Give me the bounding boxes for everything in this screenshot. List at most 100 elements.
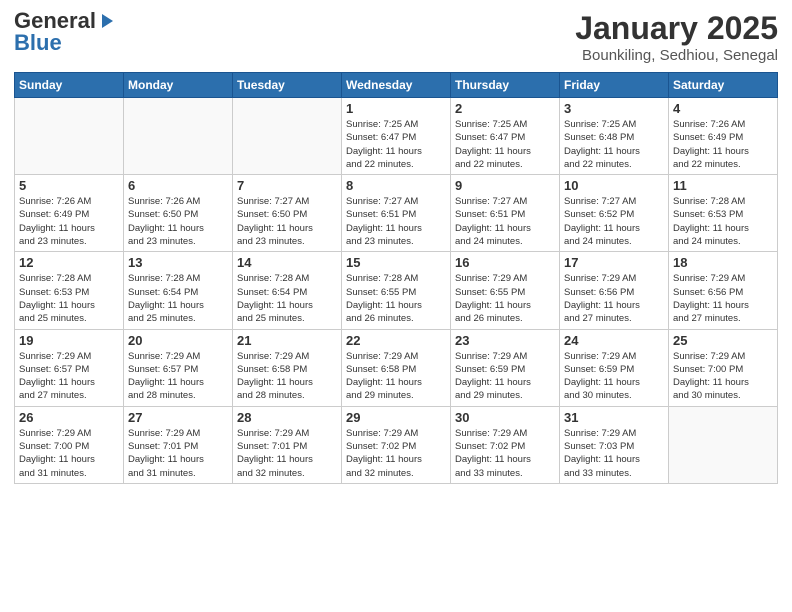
calendar-cell: 17 Sunrise: 7:29 AM Sunset: 6:56 PM Dayli… <box>560 252 669 329</box>
calendar-cell: 6Sunrise: 7:26 AM Sunset: 6:50 PM Daylig… <box>124 175 233 252</box>
weekday-header-wednesday: Wednesday <box>342 73 451 98</box>
week-row-5: 26 Sunrise: 7:29 AM Sunset: 7:00 PM Dayli… <box>15 406 778 483</box>
day-info: Sunrise: 7:29 AM Sunset: 6:59 PM Dayligh… <box>564 350 664 403</box>
day-number: 16 <box>455 255 555 270</box>
day-info: Sunrise: 7:28 AM Sunset: 6:54 PM Dayligh… <box>237 272 337 325</box>
calendar-cell: 24 Sunrise: 7:29 AM Sunset: 6:59 PM Dayli… <box>560 329 669 406</box>
calendar-cell: 30Sunrise: 7:29 AM Sunset: 7:02 PM Dayli… <box>451 406 560 483</box>
day-info: Sunrise: 7:29 AM Sunset: 7:00 PM Dayligh… <box>19 427 119 480</box>
calendar-cell <box>15 98 124 175</box>
calendar-cell: 26 Sunrise: 7:29 AM Sunset: 7:00 PM Dayli… <box>15 406 124 483</box>
day-info: Sunrise: 7:25 AM Sunset: 6:47 PM Dayligh… <box>346 118 446 171</box>
calendar-cell: 9 Sunrise: 7:27 AM Sunset: 6:51 PM Daylig… <box>451 175 560 252</box>
week-row-2: 5Sunrise: 7:26 AM Sunset: 6:49 PM Daylig… <box>15 175 778 252</box>
week-row-3: 12 Sunrise: 7:28 AM Sunset: 6:53 PM Dayli… <box>15 252 778 329</box>
calendar-cell: 22 Sunrise: 7:29 AM Sunset: 6:58 PM Dayli… <box>342 329 451 406</box>
day-number: 21 <box>237 333 337 348</box>
day-number: 28 <box>237 410 337 425</box>
day-number: 27 <box>128 410 228 425</box>
day-info: Sunrise: 7:28 AM Sunset: 6:54 PM Dayligh… <box>128 272 228 325</box>
calendar-cell: 15 Sunrise: 7:28 AM Sunset: 6:55 PM Dayli… <box>342 252 451 329</box>
day-number: 31 <box>564 410 664 425</box>
calendar-cell: 28 Sunrise: 7:29 AM Sunset: 7:01 PM Dayli… <box>233 406 342 483</box>
day-number: 24 <box>564 333 664 348</box>
month-year-title: January 2025 <box>575 10 778 47</box>
day-info: Sunrise: 7:27 AM Sunset: 6:51 PM Dayligh… <box>455 195 555 248</box>
calendar-cell: 16 Sunrise: 7:29 AM Sunset: 6:55 PM Dayli… <box>451 252 560 329</box>
calendar-cell: 2 Sunrise: 7:25 AM Sunset: 6:47 PM Daylig… <box>451 98 560 175</box>
day-number: 17 <box>564 255 664 270</box>
day-info: Sunrise: 7:26 AM Sunset: 6:50 PM Dayligh… <box>128 195 228 248</box>
day-info: Sunrise: 7:25 AM Sunset: 6:47 PM Dayligh… <box>455 118 555 171</box>
day-number: 7 <box>237 178 337 193</box>
logo-general-text: General <box>14 10 96 32</box>
day-number: 18 <box>673 255 773 270</box>
day-number: 3 <box>564 101 664 116</box>
day-info: Sunrise: 7:27 AM Sunset: 6:51 PM Dayligh… <box>346 195 446 248</box>
calendar-cell: 7 Sunrise: 7:27 AM Sunset: 6:50 PM Daylig… <box>233 175 342 252</box>
day-number: 1 <box>346 101 446 116</box>
day-info: Sunrise: 7:29 AM Sunset: 6:56 PM Dayligh… <box>673 272 773 325</box>
logo: General Blue <box>14 10 115 54</box>
day-info: Sunrise: 7:27 AM Sunset: 6:52 PM Dayligh… <box>564 195 664 248</box>
weekday-header-friday: Friday <box>560 73 669 98</box>
day-info: Sunrise: 7:29 AM Sunset: 6:57 PM Dayligh… <box>19 350 119 403</box>
day-info: Sunrise: 7:29 AM Sunset: 6:59 PM Dayligh… <box>455 350 555 403</box>
day-number: 26 <box>19 410 119 425</box>
weekday-header-sunday: Sunday <box>15 73 124 98</box>
day-number: 13 <box>128 255 228 270</box>
calendar-cell: 4 Sunrise: 7:26 AM Sunset: 6:49 PM Daylig… <box>669 98 778 175</box>
day-number: 12 <box>19 255 119 270</box>
day-number: 8 <box>346 178 446 193</box>
calendar-cell: 12 Sunrise: 7:28 AM Sunset: 6:53 PM Dayli… <box>15 252 124 329</box>
calendar-cell <box>233 98 342 175</box>
calendar-cell <box>124 98 233 175</box>
day-number: 2 <box>455 101 555 116</box>
week-row-4: 19 Sunrise: 7:29 AM Sunset: 6:57 PM Dayli… <box>15 329 778 406</box>
day-number: 14 <box>237 255 337 270</box>
header: General Blue January 2025 Bounkiling, Se… <box>14 10 778 64</box>
day-info: Sunrise: 7:29 AM Sunset: 7:00 PM Dayligh… <box>673 350 773 403</box>
day-number: 9 <box>455 178 555 193</box>
calendar-cell: 5Sunrise: 7:26 AM Sunset: 6:49 PM Daylig… <box>15 175 124 252</box>
day-info: Sunrise: 7:29 AM Sunset: 7:01 PM Dayligh… <box>237 427 337 480</box>
day-info: Sunrise: 7:29 AM Sunset: 6:55 PM Dayligh… <box>455 272 555 325</box>
day-info: Sunrise: 7:28 AM Sunset: 6:55 PM Dayligh… <box>346 272 446 325</box>
calendar-cell: 19 Sunrise: 7:29 AM Sunset: 6:57 PM Dayli… <box>15 329 124 406</box>
day-info: Sunrise: 7:29 AM Sunset: 6:56 PM Dayligh… <box>564 272 664 325</box>
location-subtitle: Bounkiling, Sedhiou, Senegal <box>575 47 778 64</box>
day-info: Sunrise: 7:26 AM Sunset: 6:49 PM Dayligh… <box>673 118 773 171</box>
calendar-cell: 21 Sunrise: 7:29 AM Sunset: 6:58 PM Dayli… <box>233 329 342 406</box>
day-info: Sunrise: 7:27 AM Sunset: 6:50 PM Dayligh… <box>237 195 337 248</box>
calendar-cell: 29Sunrise: 7:29 AM Sunset: 7:02 PM Dayli… <box>342 406 451 483</box>
calendar-cell: 10 Sunrise: 7:27 AM Sunset: 6:52 PM Dayli… <box>560 175 669 252</box>
calendar-cell: 3Sunrise: 7:25 AM Sunset: 6:48 PM Daylig… <box>560 98 669 175</box>
day-number: 10 <box>564 178 664 193</box>
calendar-cell: 14 Sunrise: 7:28 AM Sunset: 6:54 PM Dayli… <box>233 252 342 329</box>
page: General Blue January 2025 Bounkiling, Se… <box>0 0 792 612</box>
calendar-cell: 31 Sunrise: 7:29 AM Sunset: 7:03 PM Dayli… <box>560 406 669 483</box>
day-info: Sunrise: 7:28 AM Sunset: 6:53 PM Dayligh… <box>673 195 773 248</box>
calendar-cell: 23Sunrise: 7:29 AM Sunset: 6:59 PM Dayli… <box>451 329 560 406</box>
day-number: 11 <box>673 178 773 193</box>
day-info: Sunrise: 7:29 AM Sunset: 6:58 PM Dayligh… <box>237 350 337 403</box>
day-number: 29 <box>346 410 446 425</box>
calendar-cell: 20 Sunrise: 7:29 AM Sunset: 6:57 PM Dayli… <box>124 329 233 406</box>
day-info: Sunrise: 7:29 AM Sunset: 7:03 PM Dayligh… <box>564 427 664 480</box>
day-number: 20 <box>128 333 228 348</box>
day-number: 4 <box>673 101 773 116</box>
title-area: January 2025 Bounkiling, Sedhiou, Senega… <box>575 10 778 64</box>
calendar-cell: 18 Sunrise: 7:29 AM Sunset: 6:56 PM Dayli… <box>669 252 778 329</box>
calendar-table: SundayMondayTuesdayWednesdayThursdayFrid… <box>14 72 778 484</box>
day-info: Sunrise: 7:28 AM Sunset: 6:53 PM Dayligh… <box>19 272 119 325</box>
weekday-header-monday: Monday <box>124 73 233 98</box>
logo-triangle-icon <box>97 12 115 30</box>
day-number: 22 <box>346 333 446 348</box>
calendar-cell: 13 Sunrise: 7:28 AM Sunset: 6:54 PM Dayli… <box>124 252 233 329</box>
day-number: 30 <box>455 410 555 425</box>
day-number: 19 <box>19 333 119 348</box>
day-info: Sunrise: 7:29 AM Sunset: 6:57 PM Dayligh… <box>128 350 228 403</box>
day-info: Sunrise: 7:29 AM Sunset: 7:01 PM Dayligh… <box>128 427 228 480</box>
day-number: 15 <box>346 255 446 270</box>
day-info: Sunrise: 7:29 AM Sunset: 6:58 PM Dayligh… <box>346 350 446 403</box>
